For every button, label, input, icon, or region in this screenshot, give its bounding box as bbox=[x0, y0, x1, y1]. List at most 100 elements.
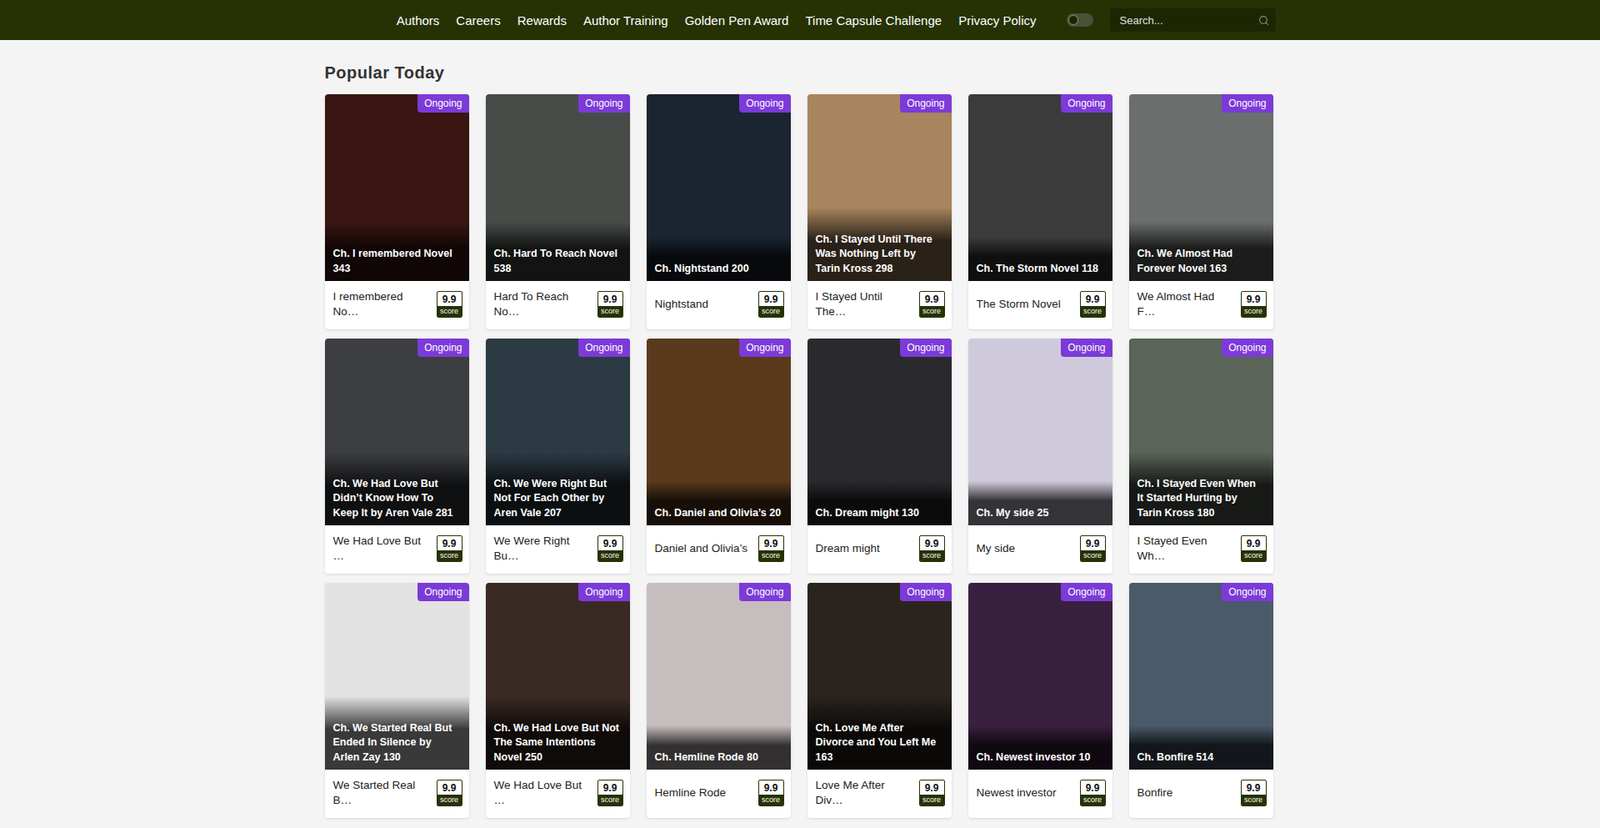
book-cover[interactable]: OngoingCh. Hemline Rode 80 bbox=[646, 582, 791, 770]
book-cover[interactable]: OngoingCh. The Storm Novel 118 bbox=[968, 94, 1113, 281]
chapter-label[interactable]: Ch. Hemline Rode 80 bbox=[646, 725, 791, 770]
card-footer: We Had Love But …9.9score bbox=[325, 525, 470, 574]
chapter-label[interactable]: Ch. I remembered Novel 343 bbox=[325, 221, 470, 281]
chapter-label[interactable]: Ch. My side 25 bbox=[968, 480, 1113, 526]
book-card[interactable]: OngoingCh. We Had Love But Not The Same … bbox=[485, 582, 630, 818]
score-label: score bbox=[1080, 305, 1105, 317]
book-cover[interactable]: OngoingCh. My side 25 bbox=[968, 338, 1113, 525]
chapter-label[interactable]: Ch. Love Me After Divorce and You Left M… bbox=[807, 695, 952, 770]
search-icon[interactable] bbox=[1258, 15, 1270, 26]
score-box: 9.9score bbox=[758, 779, 785, 806]
book-title[interactable]: We Started Real B… bbox=[333, 777, 432, 807]
chapter-label[interactable]: Ch. I Stayed Until There Was Nothing Lef… bbox=[807, 207, 952, 282]
score-value: 9.9 bbox=[1080, 291, 1105, 306]
book-cover[interactable]: OngoingCh. Nightstand 200 bbox=[646, 94, 791, 281]
book-card[interactable]: OngoingCh. I Stayed Until There Was Noth… bbox=[807, 94, 952, 330]
chapter-label[interactable]: Ch. The Storm Novel 118 bbox=[968, 236, 1113, 282]
nav-link[interactable]: Time Capsule Challenge bbox=[805, 13, 942, 28]
book-cover[interactable]: OngoingCh. I Stayed Even When It Started… bbox=[1129, 338, 1274, 525]
book-cover[interactable]: OngoingCh. We Had Love But Not The Same … bbox=[485, 582, 630, 770]
book-title[interactable]: Love Me After Div… bbox=[815, 777, 915, 807]
score-box: 9.9score bbox=[436, 290, 463, 318]
book-card[interactable]: OngoingCh. Bonfire 514 Bonfire 9.9score bbox=[1129, 582, 1274, 818]
book-card[interactable]: OngoingCh. We Were Right But Not For Eac… bbox=[485, 338, 630, 574]
book-card[interactable]: OngoingCh. Hard To Reach Novel 538Hard T… bbox=[485, 94, 630, 330]
book-title[interactable]: My side bbox=[976, 540, 1016, 556]
score-value: 9.9 bbox=[437, 535, 462, 550]
book-cover[interactable]: OngoingCh. Bonfire 514 bbox=[1129, 582, 1274, 770]
book-card[interactable]: OngoingCh. Daniel and Olivia’s 20 Daniel … bbox=[646, 338, 791, 574]
book-cover[interactable]: OngoingCh. I remembered Novel 343 bbox=[325, 94, 470, 281]
book-cover[interactable]: OngoingCh. We Started Real But Ended In … bbox=[325, 582, 470, 770]
chapter-label[interactable]: Ch. Daniel and Olivia’s 20 bbox=[646, 480, 791, 526]
chapter-label[interactable]: Ch. Nightstand 200 bbox=[646, 236, 791, 282]
chapter-label[interactable]: Ch. We Had Love But Didn’t Know How To K… bbox=[325, 451, 470, 526]
book-card[interactable]: Ongoing Ch. We Almost Had Forever Novel 1… bbox=[1129, 94, 1274, 330]
nav-link[interactable]: Golden Pen Award bbox=[685, 13, 790, 28]
book-card[interactable]: OngoingCh. My side 25My side9.9score bbox=[968, 338, 1113, 574]
book-title[interactable]: Hard To Reach No… bbox=[494, 289, 593, 319]
book-title[interactable]: We Almost Had F… bbox=[1137, 289, 1236, 319]
score-box: 9.9score bbox=[1240, 779, 1267, 806]
book-title[interactable]: Newest investor bbox=[976, 785, 1057, 800]
score-value: 9.9 bbox=[759, 780, 784, 795]
book-title[interactable]: The Storm Novel bbox=[976, 296, 1061, 312]
book-card[interactable]: OngoingCh. We Started Real But Ended In … bbox=[325, 582, 470, 818]
score-value: 9.9 bbox=[920, 291, 945, 306]
book-title[interactable]: Nightstand bbox=[655, 296, 710, 312]
dark-mode-toggle[interactable] bbox=[1066, 13, 1094, 27]
card-footer: Dream might9.9score bbox=[807, 525, 952, 574]
card-footer: Hard To Reach No…9.9score bbox=[485, 280, 630, 330]
score-box: 9.9score bbox=[597, 290, 624, 318]
chapter-label[interactable]: Ch. Hard To Reach Novel 538 bbox=[485, 221, 630, 281]
chapter-label[interactable]: Ch. We Almost Had Forever Novel 163 bbox=[1129, 221, 1274, 281]
book-title[interactable]: Bonfire bbox=[1137, 785, 1174, 800]
book-cover[interactable]: OngoingCh. Daniel and Olivia’s 20 bbox=[646, 338, 791, 525]
chapter-label[interactable]: Ch. We Were Right But Not For Each Other… bbox=[485, 451, 630, 526]
book-title[interactable]: Daniel and Olivia’s bbox=[655, 540, 749, 556]
status-badge: Ongoing bbox=[1221, 94, 1273, 113]
book-title[interactable]: I Stayed Even Wh… bbox=[1137, 533, 1236, 563]
score-value: 9.9 bbox=[920, 535, 945, 550]
book-cover[interactable]: OngoingCh. We Were Right But Not For Eac… bbox=[485, 338, 630, 525]
nav-link[interactable]: Author Training bbox=[583, 13, 669, 28]
book-title[interactable]: I remembered No… bbox=[333, 289, 432, 319]
book-card[interactable]: OngoingCh. The Storm Novel 118The Storm … bbox=[968, 94, 1113, 330]
book-cover[interactable]: OngoingCh. I Stayed Until There Was Noth… bbox=[807, 94, 952, 281]
book-title[interactable]: We Had Love But … bbox=[333, 533, 432, 563]
chapter-label[interactable]: Ch. Newest investor 10 bbox=[968, 725, 1113, 770]
book-cover[interactable]: Ongoing Ch. Love Me After Divorce and You… bbox=[807, 582, 952, 770]
book-cover[interactable]: OngoingCh. Newest investor 10 bbox=[968, 582, 1113, 770]
book-card[interactable]: OngoingCh. Newest investor 10 Newest inve… bbox=[968, 582, 1113, 818]
book-card[interactable]: OngoingCh. Hemline Rode 80 Hemline Rode 9.… bbox=[646, 582, 791, 818]
book-title[interactable]: Hemline Rode bbox=[655, 785, 727, 800]
nav-link[interactable]: Rewards bbox=[517, 13, 567, 28]
nav-link[interactable]: Privacy Policy bbox=[958, 13, 1036, 28]
book-cover[interactable]: OngoingCh. We Had Love But Didn’t Know H… bbox=[325, 338, 470, 525]
book-card[interactable]: OngoingCh. I remembered Novel 343 I remem… bbox=[325, 94, 470, 330]
chapter-label[interactable]: Ch. I Stayed Even When It Started Hurtin… bbox=[1129, 451, 1274, 526]
book-card[interactable]: Ongoing Ch. Love Me After Divorce and You… bbox=[807, 582, 952, 818]
search-input[interactable] bbox=[1118, 13, 1259, 28]
chapter-label[interactable]: Ch. We Started Real But Ended In Silence… bbox=[325, 695, 470, 770]
book-cover[interactable]: OngoingCh. Hard To Reach Novel 538 bbox=[485, 94, 630, 281]
nav-link[interactable]: Authors bbox=[396, 13, 440, 28]
nav-link[interactable]: Careers bbox=[455, 13, 500, 28]
book-card[interactable]: OngoingCh. I Stayed Even When It Started… bbox=[1129, 338, 1274, 574]
book-cover[interactable]: OngoingCh. Dream might 130 bbox=[807, 338, 952, 525]
book-title[interactable]: Dream might bbox=[815, 540, 880, 556]
section-title: Popular Today bbox=[325, 63, 1276, 83]
score-value: 9.9 bbox=[1241, 291, 1266, 306]
book-card[interactable]: OngoingCh. Nightstand 200Nightstand9.9sc… bbox=[646, 94, 791, 330]
book-title[interactable]: I Stayed Until The… bbox=[815, 289, 915, 319]
chapter-label[interactable]: Ch. Dream might 130 bbox=[807, 480, 952, 526]
book-title[interactable]: We Were Right Bu… bbox=[494, 533, 593, 563]
book-title[interactable]: We Had Love But … bbox=[494, 777, 593, 807]
chapter-label[interactable]: Ch. We Had Love But Not The Same Intenti… bbox=[485, 695, 630, 770]
card-footer: The Storm Novel 9.9score bbox=[968, 280, 1113, 330]
status-badge: Ongoing bbox=[900, 582, 951, 601]
book-cover[interactable]: Ongoing Ch. We Almost Had Forever Novel 1… bbox=[1129, 94, 1274, 281]
book-card[interactable]: OngoingCh. Dream might 130 Dream might 9.9… bbox=[807, 338, 952, 574]
book-card[interactable]: OngoingCh. We Had Love But Didn’t Know H… bbox=[325, 338, 470, 574]
chapter-label[interactable]: Ch. Bonfire 514 bbox=[1129, 725, 1274, 770]
